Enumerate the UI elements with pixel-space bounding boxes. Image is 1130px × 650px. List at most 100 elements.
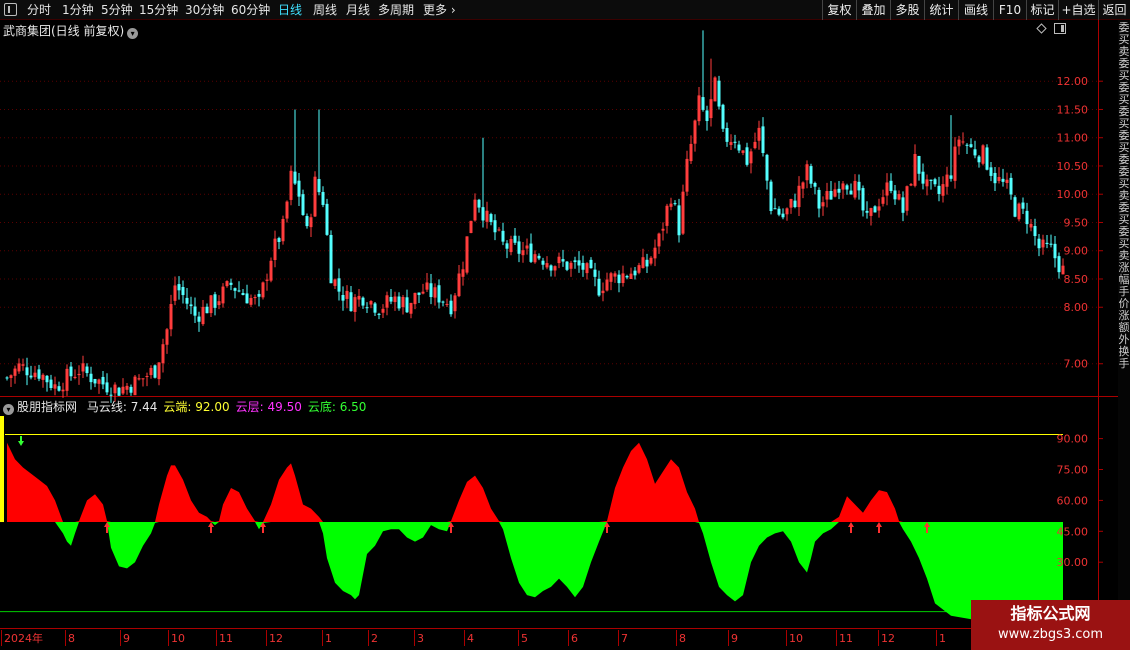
candle-body [1013,197,1017,217]
chart-canvas[interactable]: 12.00 11.50 11.00 10.50 10.00 9.50 9.00 8.50 8.0… [0,0,1118,650]
candle-body [201,306,205,325]
candle-body [1033,226,1037,237]
candle-body [797,185,801,208]
candle-body [437,285,441,303]
candle-body [605,279,609,291]
candle-body [165,329,169,345]
candle-body [681,191,685,234]
buy-arrow-icon [848,522,854,534]
candle-body [5,377,9,379]
buy-arrow-icon [876,522,882,534]
candle-body [481,207,485,221]
candle-body [469,220,473,233]
candle-body [641,257,645,268]
candle-body [505,243,509,249]
candle-body [801,182,805,189]
candle-body [949,175,953,179]
candle-body [465,236,469,273]
candle-body [665,205,669,226]
candle-body [429,283,433,298]
candle-body [385,295,389,308]
date-label-4: 11 [219,632,233,645]
candle-body [397,296,401,309]
chevron-down-icon[interactable]: ▾ [3,404,14,415]
candle-body [813,183,817,187]
candle-body [97,379,101,384]
candle-body [545,263,549,268]
candle-body [381,308,385,313]
candle-body [461,269,465,277]
indicator-tick-label-4: 30.00 [1057,556,1089,569]
candle-body [1045,242,1049,244]
watermark-title: 指标公式网 [1010,604,1091,623]
candle-body [917,155,921,174]
watermark: 指标公式网 www.zbgs3.com [971,600,1130,650]
candle-body [977,156,981,163]
candle-body [209,295,213,314]
candle-body [729,142,733,145]
candle-body [33,372,37,378]
candle-body [761,126,765,153]
candle-body [941,184,945,196]
candle-body [13,368,17,376]
candle-body [673,203,677,205]
candle-body [377,313,381,315]
candle-body [565,261,569,270]
candle-body [337,278,341,292]
candle-body [125,385,129,390]
candle-body [525,245,529,249]
candle-body [997,176,1001,181]
indicator-tick-label-3: 45.00 [1057,525,1089,538]
candle-body [433,287,437,298]
candle-body [553,266,557,271]
candle-body [253,296,257,299]
candle-body [825,191,829,200]
candle-body [81,363,85,372]
candle-body [929,179,933,181]
candle-body [453,295,457,312]
candle-body [69,366,73,377]
price-tick-label-2: 11.00 [1057,132,1089,145]
candle-body [1005,179,1009,183]
candle-body [937,185,941,194]
candle-body [1017,203,1021,220]
indicator-value-3: 云底: 6.50 [307,400,367,414]
candle-body [189,304,193,307]
date-label-16: 11 [839,632,853,645]
candle-body [1037,238,1041,249]
candle-body [621,273,625,284]
candle-body [953,146,957,181]
candle-body [1029,223,1033,228]
candle-body [321,191,325,205]
date-label-5: 12 [269,632,283,645]
candle-body [513,235,517,243]
candle-body [741,150,745,153]
candle-body [1041,239,1045,248]
candle-body [349,292,353,312]
candle-body [1053,243,1057,259]
price-tick-label-4: 10.00 [1057,188,1089,201]
candle-body [65,368,69,391]
candle-body [589,259,593,269]
candle-body [873,206,877,213]
candle-body [649,257,653,264]
candle-body [305,216,309,227]
indicator-area-below [7,522,1063,620]
candle-body [685,158,689,192]
date-label-3: 10 [171,632,185,645]
indicator-area-above [7,442,1063,523]
candle-body [993,172,997,184]
price-tick-label-1: 11.50 [1057,103,1089,116]
date-label-11: 6 [571,632,578,645]
candle-body [885,182,889,196]
candle-body [569,262,573,269]
candle-body [457,273,461,297]
candle-body [73,376,77,379]
candle-body [853,180,857,198]
right-strip-text: 委买卖委买委买委买委买委委买卖委买委买卖涨幅手价涨额外换手 [1118,22,1130,370]
candle-body [141,378,145,380]
candle-body [749,151,753,164]
indicator-tick-label-1: 75.00 [1057,464,1089,477]
date-label-7: 2 [371,632,378,645]
candle-body [9,375,13,379]
